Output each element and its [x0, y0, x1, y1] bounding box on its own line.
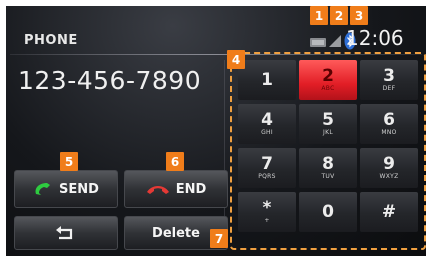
send-label: SEND [59, 181, 99, 197]
clock: 12:06 [346, 26, 404, 50]
key-letters: ABC [321, 84, 335, 92]
callout-badge-5: 5 [60, 152, 78, 171]
key-digit: 2 [322, 65, 334, 86]
keypad-key-2[interactable]: 2 ABC [299, 60, 357, 100]
key-digit: 0 [322, 201, 334, 222]
signal-strength-icon [329, 35, 341, 47]
keypad-key-7[interactable]: 7 PQRS [238, 148, 296, 188]
key-digit: 4 [261, 109, 273, 130]
keypad-key-3[interactable]: 3 DEF [360, 60, 418, 100]
page-title: PHONE [24, 33, 78, 48]
delete-label: Delete [152, 225, 200, 241]
keypad-key-1[interactable]: 1 [238, 60, 296, 100]
key-letters: GHI [261, 128, 273, 136]
key-letters: MNO [381, 128, 397, 136]
callout-badge-6: 6 [166, 152, 184, 171]
key-digit: 7 [261, 153, 273, 174]
key-letters: PQRS [258, 172, 276, 180]
key-digit: 6 [383, 109, 395, 130]
key-digit: # [381, 201, 397, 222]
back-arrow-icon [56, 226, 73, 240]
key-letters: JKL [323, 128, 333, 136]
keypad-key-6[interactable]: 6 MNO [360, 104, 418, 144]
key-digit: 8 [322, 153, 334, 174]
key-letters: TUV [321, 172, 335, 180]
key-letters: WXYZ [379, 172, 399, 180]
keypad-key-4[interactable]: 4 GHI [238, 104, 296, 144]
callout-badge-2: 2 [330, 6, 348, 25]
keypad-key-9[interactable]: 9 WXYZ [360, 148, 418, 188]
phone-screen: PHONE 12:06 123-456-7890 1 2 ABC 3 DEF 4 GHI 5 J… [0, 0, 432, 260]
signal-bars-icon [310, 38, 326, 47]
phone-hangup-icon [146, 186, 169, 194]
keypad-key-0[interactable]: 0 [299, 192, 357, 232]
send-button[interactable]: SEND [14, 170, 118, 208]
phone-handset-icon [35, 183, 51, 195]
keypad-key-star[interactable]: * + [238, 192, 296, 232]
callout-badge-3: 3 [350, 6, 368, 25]
callout-badge-4: 4 [227, 50, 245, 69]
end-label: END [175, 181, 207, 197]
keypad-key-hash[interactable]: # [360, 192, 418, 232]
back-button[interactable] [14, 216, 118, 250]
key-letters: DEF [382, 84, 396, 92]
key-digit: * [262, 197, 272, 218]
keypad-key-8[interactable]: 8 TUV [299, 148, 357, 188]
callout-badge-1: 1 [310, 6, 328, 25]
key-digit: 3 [383, 65, 395, 86]
key-digit: 5 [322, 109, 334, 130]
key-digit: 9 [383, 153, 395, 174]
dialed-number: 123-456-7890 [18, 66, 202, 95]
end-button[interactable]: END [124, 170, 228, 208]
panel-divider [224, 60, 225, 240]
callout-badge-7: 7 [210, 229, 228, 248]
key-letters: + [264, 216, 270, 224]
keypad-key-5[interactable]: 5 JKL [299, 104, 357, 144]
key-digit: 1 [261, 69, 273, 90]
